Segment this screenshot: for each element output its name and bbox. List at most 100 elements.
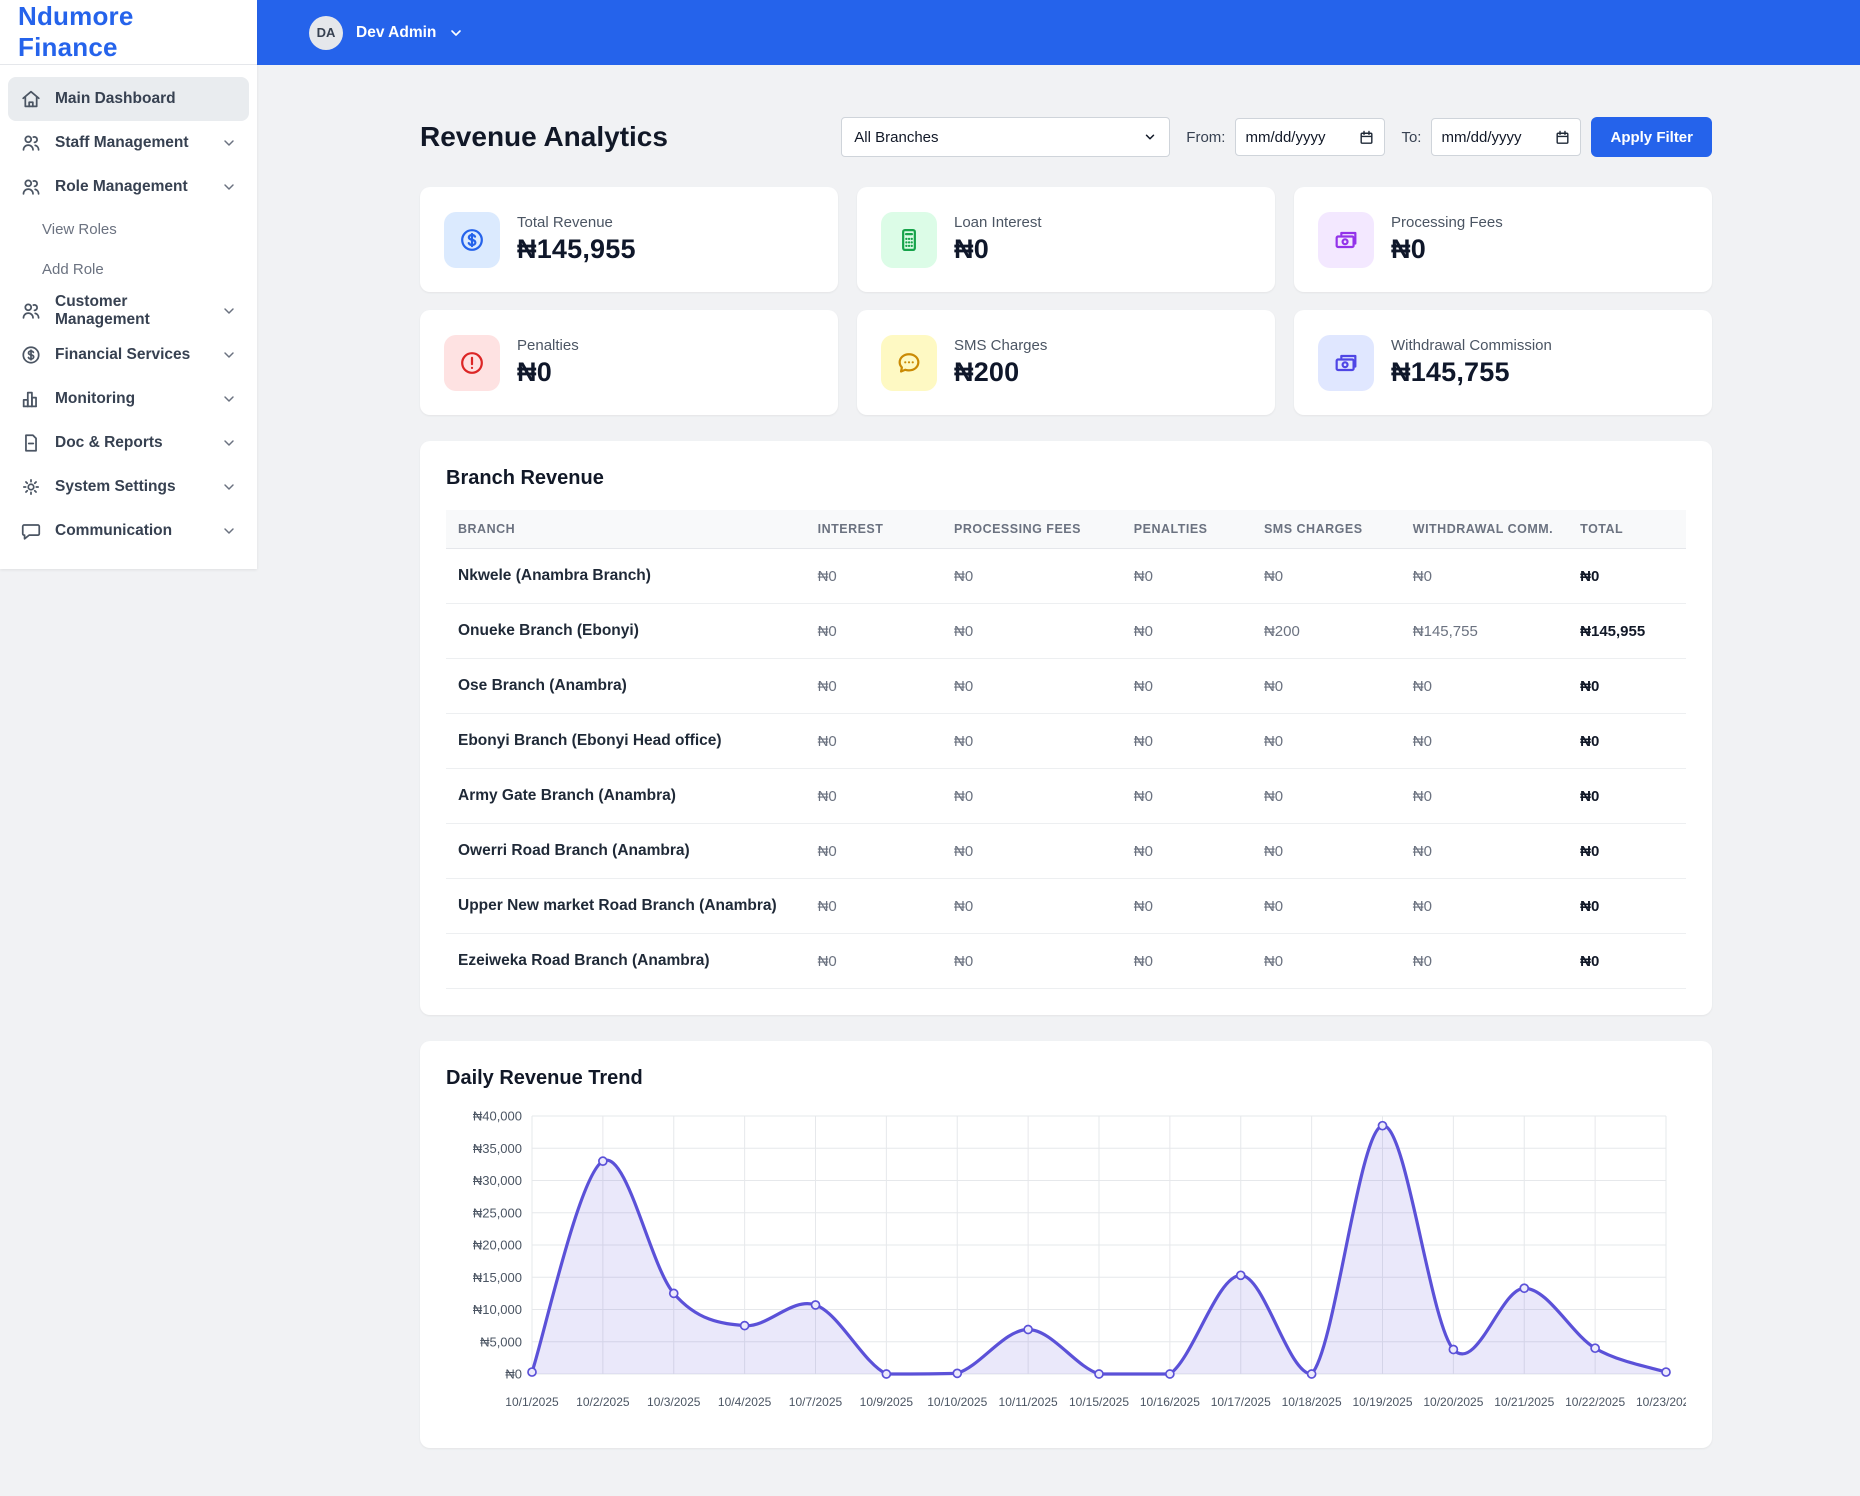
table-row: Owerri Road Branch (Anambra) ₦0 ₦0 ₦0 ₦0 ₦0 ₦0 xyxy=(446,823,1686,879)
branch-select[interactable]: All Branches xyxy=(841,117,1171,157)
value-cell: ₦0 xyxy=(941,823,1122,879)
total-cell: ₦0 xyxy=(1568,713,1686,769)
chat-bubble-icon xyxy=(881,334,937,391)
value-cell: ₦0 xyxy=(1400,658,1569,714)
chevron-down-icon xyxy=(221,303,237,319)
svg-text:10/16/2025: 10/16/2025 xyxy=(1140,1395,1200,1409)
table-row: Ezeiweka Road Branch (Anambra) ₦0 ₦0 ₦0 ₦0 ₦0… xyxy=(446,933,1686,989)
svg-text:10/19/2025: 10/19/2025 xyxy=(1352,1395,1412,1409)
calculator-icon xyxy=(881,211,937,268)
stat-card-processing-fees: Processing Fees ₦0 xyxy=(1294,187,1712,292)
sidebar-item-communication[interactable]: Communication xyxy=(8,509,249,553)
value-cell: ₦0 xyxy=(1400,823,1569,879)
sidebar-item-main-dashboard[interactable]: Main Dashboard xyxy=(8,77,249,121)
value-cell: ₦0 xyxy=(1121,823,1252,879)
sidebar-item-role-management[interactable]: Role Management xyxy=(8,165,249,209)
sidebar-item-label: System Settings xyxy=(55,478,176,495)
branch-revenue-table: BRANCH INTEREST PROCESSING FEES PENALTIES SM… xyxy=(446,510,1686,989)
value-cell: ₦145,755 xyxy=(1400,603,1569,659)
chevron-down-icon xyxy=(221,435,237,451)
from-label: From: xyxy=(1186,128,1226,146)
dollar-circle-icon xyxy=(20,344,42,366)
branch-name-cell: Upper New market Road Branch (Anambra) xyxy=(446,878,806,934)
value-cell: ₦0 xyxy=(1251,768,1401,824)
users-icon xyxy=(20,176,42,198)
topbar: DA Dev Admin xyxy=(257,0,1860,65)
sidebar-item-label: Doc & Reports xyxy=(55,434,163,451)
table-row: Nkwele (Anambra Branch) ₦0 ₦0 ₦0 ₦0 ₦0 ₦0 xyxy=(446,548,1686,604)
stat-card-sms-charges: SMS Charges ₦200 xyxy=(857,310,1275,415)
stat-card-withdrawal-commission: Withdrawal Commission ₦145,755 xyxy=(1294,310,1712,415)
stat-card-penalties: Penalties ₦0 xyxy=(420,310,838,415)
calendar-icon[interactable] xyxy=(1554,129,1571,146)
sidebar-item-label: Monitoring xyxy=(55,390,136,407)
calendar-icon[interactable] xyxy=(1358,129,1375,146)
branch-revenue-title: Branch Revenue xyxy=(446,467,604,489)
sidebar-item-financial-services[interactable]: Financial Services xyxy=(8,333,249,377)
svg-text:10/22/2025: 10/22/2025 xyxy=(1565,1395,1625,1409)
value-cell: ₦0 xyxy=(1121,933,1252,989)
brand-title: Ndumore Finance xyxy=(18,1,134,62)
total-cell: ₦0 xyxy=(1568,878,1686,934)
gear-icon xyxy=(20,476,42,498)
column-header-processing-fees: PROCESSING FEES xyxy=(941,510,1122,549)
table-row: Army Gate Branch (Anambra) ₦0 ₦0 ₦0 ₦0 ₦0 ₦0 xyxy=(446,768,1686,824)
sidebar-item-label: Financial Services xyxy=(55,346,191,363)
chevron-down-icon xyxy=(221,391,237,407)
svg-text:10/15/2025: 10/15/2025 xyxy=(1069,1395,1129,1409)
sidebar-item-label: Main Dashboard xyxy=(55,90,176,107)
stat-card-value: ₦0 xyxy=(517,357,552,387)
value-cell: ₦0 xyxy=(941,658,1122,714)
value-cell: ₦0 xyxy=(1251,713,1401,769)
svg-text:₦30,000: ₦30,000 xyxy=(473,1173,522,1188)
value-cell: ₦0 xyxy=(1400,878,1569,934)
to-date-input[interactable]: mm/dd/yyyy xyxy=(1431,118,1582,156)
value-cell: ₦0 xyxy=(1121,878,1252,934)
chevron-down-icon[interactable] xyxy=(448,25,464,41)
user-name[interactable]: Dev Admin xyxy=(356,24,436,42)
column-header-penalties: PENALTIES xyxy=(1121,510,1252,549)
value-cell: ₦0 xyxy=(1400,713,1569,769)
from-date-value: mm/dd/yyyy xyxy=(1245,128,1326,146)
svg-text:10/3/2025: 10/3/2025 xyxy=(647,1395,701,1409)
column-header-interest: INTEREST xyxy=(805,510,942,549)
value-cell: ₦0 xyxy=(1121,658,1252,714)
sidebar-item-staff-management[interactable]: Staff Management xyxy=(8,121,249,165)
cash-icon xyxy=(1318,334,1374,391)
value-cell: ₦0 xyxy=(805,768,942,824)
total-cell: ₦0 xyxy=(1568,658,1686,714)
sidebar-item-customer-management[interactable]: Customer Management xyxy=(8,289,249,333)
value-cell: ₦200 xyxy=(1251,603,1401,659)
sidebar-item-label: Role Management xyxy=(55,178,188,195)
document-icon xyxy=(20,432,42,454)
column-header-total: TOTAL xyxy=(1568,510,1686,549)
svg-text:₦10,000: ₦10,000 xyxy=(473,1302,522,1317)
total-cell: ₦0 xyxy=(1568,823,1686,879)
brand: Ndumore Finance xyxy=(0,0,257,65)
value-cell: ₦0 xyxy=(1251,823,1401,879)
branch-name-cell: Army Gate Branch (Anambra) xyxy=(446,768,806,824)
svg-text:10/11/2025: 10/11/2025 xyxy=(999,1395,1058,1409)
sidebar-item-monitoring[interactable]: Monitoring xyxy=(8,377,249,421)
sidebar-item-doc-reports[interactable]: Doc & Reports xyxy=(8,421,249,465)
sidebar-item-view-roles[interactable]: View Roles xyxy=(8,209,249,249)
value-cell: ₦0 xyxy=(805,878,942,934)
bar-chart-icon xyxy=(20,388,42,410)
sidebar-item-label: Staff Management xyxy=(55,134,189,151)
stat-card-label: Withdrawal Commission xyxy=(1391,337,1552,354)
from-date-input[interactable]: mm/dd/yyyy xyxy=(1235,118,1386,156)
svg-text:₦15,000: ₦15,000 xyxy=(473,1270,522,1285)
sidebar-item-system-settings[interactable]: System Settings xyxy=(8,465,249,509)
svg-text:₦25,000: ₦25,000 xyxy=(473,1205,522,1220)
value-cell: ₦0 xyxy=(805,603,942,659)
stat-card-total-revenue: Total Revenue ₦145,955 xyxy=(420,187,838,292)
avatar[interactable]: DA xyxy=(309,15,343,50)
apply-filter-button[interactable]: Apply Filter xyxy=(1591,117,1712,157)
total-cell: ₦0 xyxy=(1568,768,1686,824)
sidebar-item-add-role[interactable]: Add Role xyxy=(8,249,249,289)
branch-name-cell: Ebonyi Branch (Ebonyi Head office) xyxy=(446,713,806,769)
stat-card-label: Total Revenue xyxy=(517,214,613,231)
filter-bar: All Branches From: mm/dd/yyyy To: mm/dd/… xyxy=(841,117,1712,157)
value-cell: ₦0 xyxy=(1121,713,1252,769)
svg-text:10/21/2025: 10/21/2025 xyxy=(1494,1395,1554,1409)
